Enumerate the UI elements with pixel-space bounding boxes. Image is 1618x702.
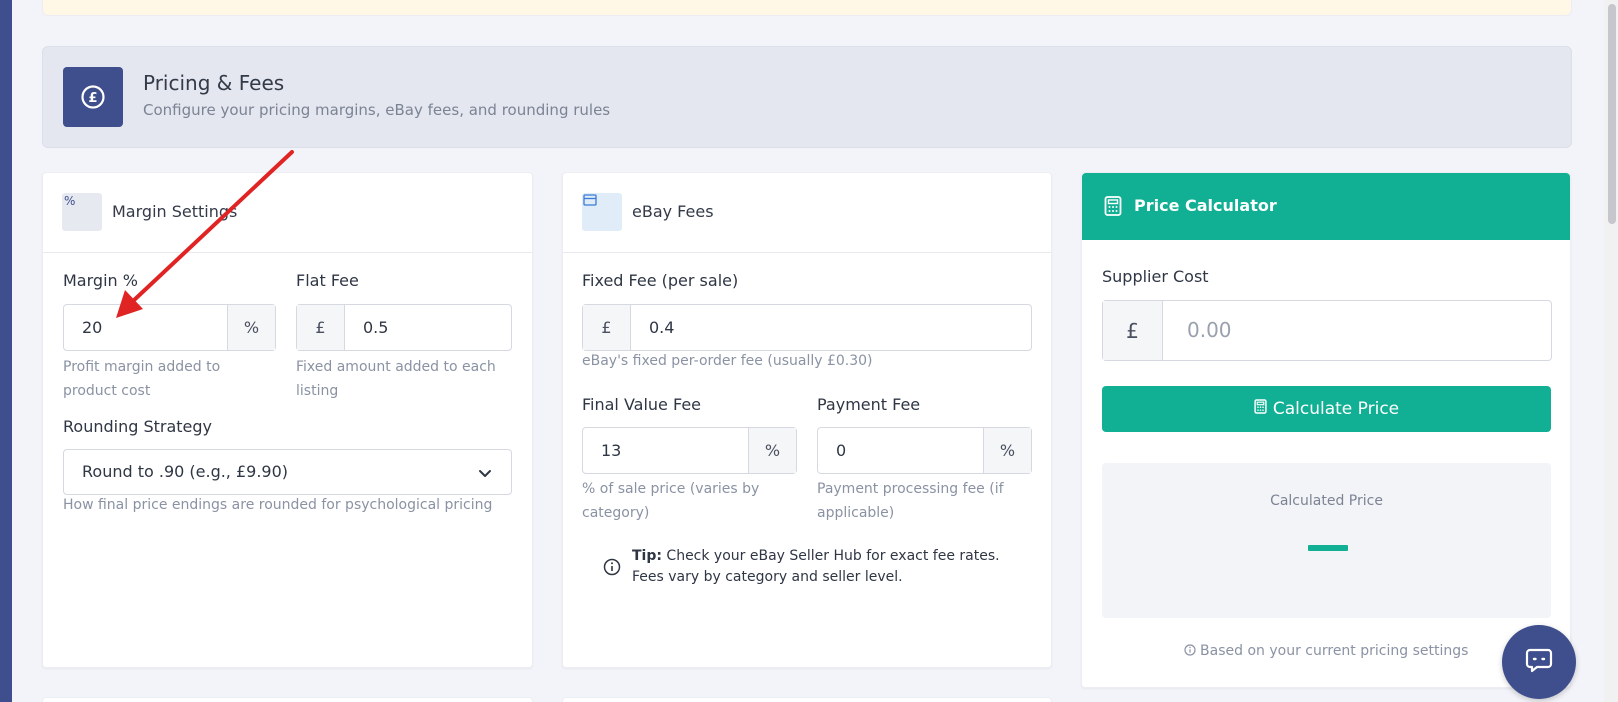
fixed-fee-pound-addon: £ bbox=[583, 305, 631, 350]
chat-icon bbox=[1525, 647, 1553, 677]
rounding-label: Rounding Strategy bbox=[63, 417, 213, 436]
svg-text:£: £ bbox=[88, 91, 97, 106]
final-value-fee-input[interactable]: 13 % bbox=[582, 427, 797, 474]
payment-fee-label: Payment Fee bbox=[817, 395, 921, 414]
scrollbar-thumb[interactable] bbox=[1608, 4, 1616, 224]
calculated-price-placeholder bbox=[1308, 545, 1348, 551]
fixed-fee-input[interactable]: £ 0.4 bbox=[582, 304, 1032, 351]
calculator-header: Price Calculator bbox=[1082, 173, 1570, 240]
chat-button[interactable] bbox=[1502, 625, 1576, 699]
ebay-fees-card: eBay Fees Fixed Fee (per sale) £ 0.4 eBa… bbox=[562, 172, 1052, 668]
payment-percent-addon: % bbox=[983, 428, 1031, 473]
fees-card-title: eBay Fees bbox=[632, 202, 714, 221]
supplier-pound-addon: £ bbox=[1103, 301, 1163, 360]
rounding-select[interactable]: Round to .90 (e.g., £9.90) bbox=[63, 449, 512, 495]
margin-settings-card: % Margin Settings Margin % 20 % Profit m… bbox=[42, 172, 533, 668]
percent-icon: % bbox=[62, 193, 102, 231]
page-scrollbar[interactable] bbox=[1604, 0, 1618, 702]
fees-card-header: eBay Fees bbox=[563, 173, 1051, 253]
info-icon bbox=[1183, 643, 1200, 659]
calculator-icon bbox=[1104, 196, 1122, 220]
payment-fee-help: Payment processing fee (if applicable) bbox=[817, 481, 1004, 521]
calculated-price-label: Calculated Price bbox=[1270, 493, 1383, 509]
calculator-icon bbox=[1254, 399, 1267, 419]
rounding-help: How final price endings are rounded for … bbox=[63, 497, 493, 513]
flat-fee-pound-addon: £ bbox=[297, 305, 345, 350]
next-card-edge bbox=[562, 697, 1052, 702]
supplier-cost-input[interactable]: £ 0.00 bbox=[1102, 300, 1552, 361]
price-calculator-card: Price Calculator Supplier Cost £ 0.00 Ca… bbox=[1081, 172, 1571, 688]
pricing-settings-note: Based on your current pricing settings bbox=[1082, 643, 1570, 659]
info-icon bbox=[603, 558, 621, 583]
supplier-cost-label: Supplier Cost bbox=[1102, 267, 1209, 286]
flat-fee-help: Fixed amount added to each listing bbox=[296, 359, 496, 399]
fixed-fee-label: Fixed Fee (per sale) bbox=[582, 271, 739, 290]
margin-card-header: % Margin Settings bbox=[43, 173, 532, 253]
pricing-fees-header: £ Pricing & Fees Configure your pricing … bbox=[42, 46, 1572, 148]
final-value-fee-label: Final Value Fee bbox=[582, 395, 701, 414]
final-value-fee-help: % of sale price (varies by category) bbox=[582, 481, 760, 521]
pound-icon: £ bbox=[63, 67, 123, 127]
margin-label: Margin % bbox=[63, 271, 138, 290]
previous-panel-edge bbox=[42, 0, 1572, 16]
flat-fee-input[interactable]: £ 0.5 bbox=[296, 304, 512, 351]
flat-fee-label: Flat Fee bbox=[296, 271, 359, 290]
fixed-fee-help: eBay's fixed per-order fee (usually £0.3… bbox=[582, 353, 873, 369]
next-card-edge bbox=[42, 697, 533, 702]
section-title: Pricing & Fees bbox=[143, 71, 285, 95]
calculated-price-box: Calculated Price bbox=[1102, 463, 1551, 618]
left-sidebar-edge bbox=[0, 0, 12, 702]
calculate-price-button[interactable]: Calculate Price bbox=[1102, 386, 1551, 432]
section-subtitle: Configure your pricing margins, eBay fee… bbox=[143, 101, 611, 119]
card-icon bbox=[582, 193, 622, 231]
margin-help: Profit margin added to product cost bbox=[63, 359, 221, 399]
chevron-down-icon bbox=[477, 465, 493, 485]
payment-fee-input[interactable]: 0 % bbox=[817, 427, 1032, 474]
fvf-percent-addon: % bbox=[748, 428, 796, 473]
margin-input[interactable]: 20 % bbox=[63, 304, 276, 351]
margin-card-title: Margin Settings bbox=[112, 202, 238, 221]
calculator-title: Price Calculator bbox=[1134, 196, 1277, 215]
margin-percent-addon: % bbox=[227, 305, 275, 350]
